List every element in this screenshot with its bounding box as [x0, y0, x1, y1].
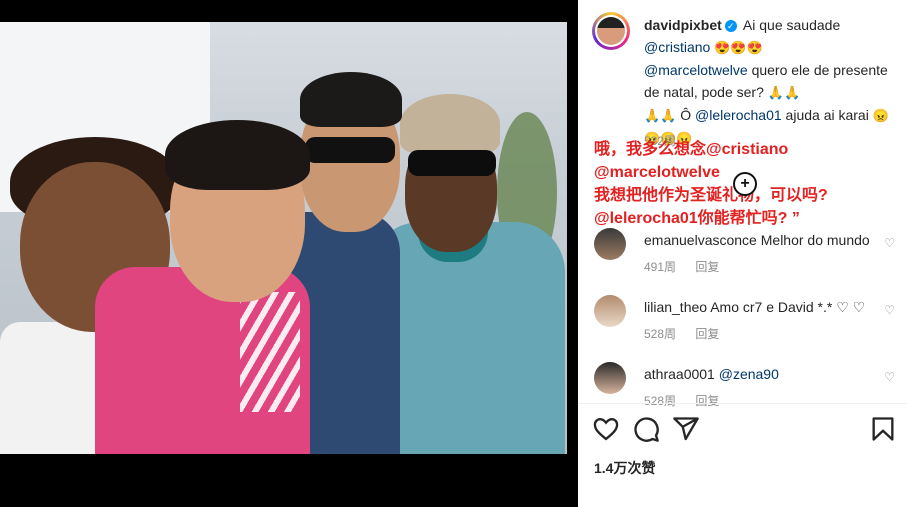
verified-badge-icon: ✓ [724, 20, 737, 32]
overlay-line-1: 哦，我多么想念@cristiano [594, 141, 789, 158]
comment-body: athraa0001 @zena90 [644, 366, 894, 382]
comment-body: emanuelvasconce Melhor do mundo [644, 232, 894, 248]
comment-text-mention[interactable]: @zena90 [719, 366, 779, 382]
comment-time: 491周 [644, 260, 677, 274]
post-sidebar: davidpixbet ✓ Ai que saudade @cristiano 😍… [578, 0, 907, 507]
overlay-line-4: @lelerocha01你能帮忙吗? ” [594, 210, 800, 227]
comment-time: 528周 [644, 327, 677, 341]
person-2-jersey-stripes [240, 292, 300, 412]
person-4-sunglasses [408, 150, 496, 176]
caption-text-1: Ai que saudade [742, 17, 841, 33]
comment-username[interactable]: emanuelvasconce [644, 232, 757, 248]
comment-meta: 491周 回复 [644, 258, 735, 275]
add-comment-area[interactable] [578, 478, 907, 507]
bookmark-icon[interactable] [869, 415, 897, 443]
comment-avatar[interactable] [594, 228, 626, 260]
comment-like-heart-icon[interactable]: ♡ [884, 236, 895, 250]
reply-button[interactable]: 回复 [695, 327, 719, 341]
post-actions [592, 415, 897, 445]
caption-text-3: Ô [680, 107, 692, 123]
comment-like-heart-icon[interactable]: ♡ [884, 370, 895, 384]
photo-pane [0, 0, 578, 507]
actions-divider [578, 403, 907, 404]
comment-username[interactable]: lilian_theo [644, 299, 707, 315]
comment-avatar[interactable] [594, 295, 626, 327]
avatar-image [597, 17, 625, 45]
reply-button[interactable]: 回复 [695, 394, 719, 408]
comment-meta: 528周 回复 [644, 392, 735, 409]
post-caption: davidpixbet ✓ Ai que saudade @cristiano 😍… [644, 14, 892, 150]
likes-count[interactable]: 1.4万次赞 [594, 458, 655, 478]
pray-emoji-2: 🙏🙏 [644, 108, 677, 123]
comment-text: Amo cr7 e David *.* ♡ ♡ [710, 299, 866, 315]
reply-button[interactable]: 回复 [695, 260, 719, 274]
comment-text: Melhor do mundo [760, 232, 870, 248]
author-avatar[interactable] [592, 12, 630, 50]
mention-lelerocha01[interactable]: @lelerocha01 [695, 107, 782, 123]
person-4-hat [400, 94, 500, 154]
post-photo[interactable] [0, 22, 567, 454]
comment-like-heart-icon[interactable]: ♡ [884, 303, 895, 317]
comment-meta: 528周 回复 [644, 325, 735, 342]
person-3-sunglasses [305, 137, 395, 163]
share-icon[interactable] [672, 415, 700, 443]
person-3-hair [300, 72, 402, 127]
heart-eyes-emoji: 😍😍😍 [714, 40, 763, 55]
heart-icon[interactable] [592, 415, 620, 443]
comment-time: 528周 [644, 394, 677, 408]
mention-cristiano[interactable]: @cristiano [644, 39, 710, 55]
comment-body: lilian_theo Amo cr7 e David *.* ♡ ♡ [644, 299, 894, 316]
author-username[interactable]: davidpixbet [644, 17, 722, 33]
mention-marcelotwelve[interactable]: @marcelotwelve [644, 62, 748, 78]
pray-emoji-1: 🙏🙏 [767, 85, 801, 100]
person-2-hair [165, 120, 310, 190]
caption-text-4: ajuda ai karai [785, 107, 869, 123]
comment-avatar[interactable] [594, 362, 626, 394]
plus-cursor-icon: + [733, 172, 757, 196]
comment-username[interactable]: athraa0001 [644, 366, 715, 382]
comment-icon[interactable] [632, 415, 660, 443]
